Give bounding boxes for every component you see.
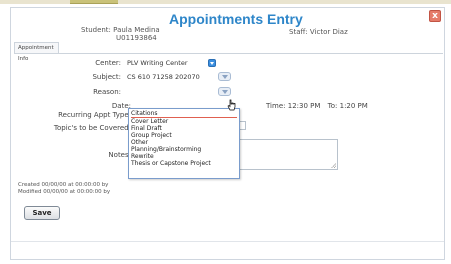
reason-option[interactable]: Final Draft <box>131 125 237 132</box>
notes-textarea[interactable] <box>237 139 338 170</box>
subject-label: Subject: <box>92 73 121 81</box>
center-dropdown-icon[interactable] <box>208 59 216 67</box>
subject-dropdown-icon[interactable] <box>218 72 231 81</box>
reason-option[interactable]: Group Project <box>131 132 237 139</box>
to-value[interactable]: 1:20 PM <box>340 102 368 110</box>
reason-label: Reason: <box>93 88 121 96</box>
modified-text: Modified 00/00/00 at 00:00:00 by <box>18 189 111 195</box>
reason-listbox[interactable]: Citations Cover Letter Final Draft Group… <box>128 108 240 179</box>
center-select[interactable]: PLV Writing Center <box>127 59 188 67</box>
date-label: Date: <box>111 102 131 110</box>
reason-option[interactable]: Planning/Brainstorming <box>131 146 237 153</box>
tab-divider <box>14 53 443 54</box>
student-name: Paula Medina <box>113 26 160 34</box>
reason-option[interactable]: Cover Letter <box>131 118 237 125</box>
appointments-dialog: Appointments Entry x Student: Paula Medi… <box>10 7 445 260</box>
staff-label: Staff: <box>289 28 308 36</box>
footer-divider <box>11 241 444 242</box>
hand-cursor-icon <box>227 99 236 111</box>
top-bar <box>0 0 451 4</box>
topics-label: Topic's to be Covered: <box>53 124 131 132</box>
reason-option[interactable]: Thesis or Capstone Project <box>131 160 237 167</box>
top-tab <box>70 0 118 4</box>
time-line: Time: 12:30 PM To: 1:20 PM <box>266 102 368 110</box>
student-label: Student: <box>81 26 111 34</box>
save-button[interactable]: Save <box>24 206 60 220</box>
reason-option[interactable]: Rewrite <box>131 153 237 160</box>
recurring-label: Recurring Appt Type: <box>58 111 131 119</box>
student-line: Student: Paula Medina <box>81 26 160 34</box>
staff-name: Victor Diaz <box>309 28 348 36</box>
reason-dropdown-icon[interactable] <box>218 87 231 96</box>
reason-option[interactable]: Citations <box>131 110 237 118</box>
to-label: To: <box>327 102 338 110</box>
dialog-title: Appointments Entry <box>169 11 303 27</box>
time-value[interactable]: 12:30 PM <box>288 102 321 110</box>
student-id: U01193864 <box>116 34 157 42</box>
reason-option[interactable]: Other <box>131 139 237 146</box>
staff-line: Staff: Victor Diaz <box>289 28 348 36</box>
subject-select[interactable]: CS 610 71258 202070 <box>127 73 200 81</box>
close-icon[interactable]: x <box>429 10 441 22</box>
center-label: Center: <box>95 59 121 67</box>
time-label: Time: <box>266 102 286 110</box>
notes-label: Notes: <box>108 151 131 159</box>
created-text: Created 00/00/00 at 00:00:00 by <box>18 182 109 188</box>
